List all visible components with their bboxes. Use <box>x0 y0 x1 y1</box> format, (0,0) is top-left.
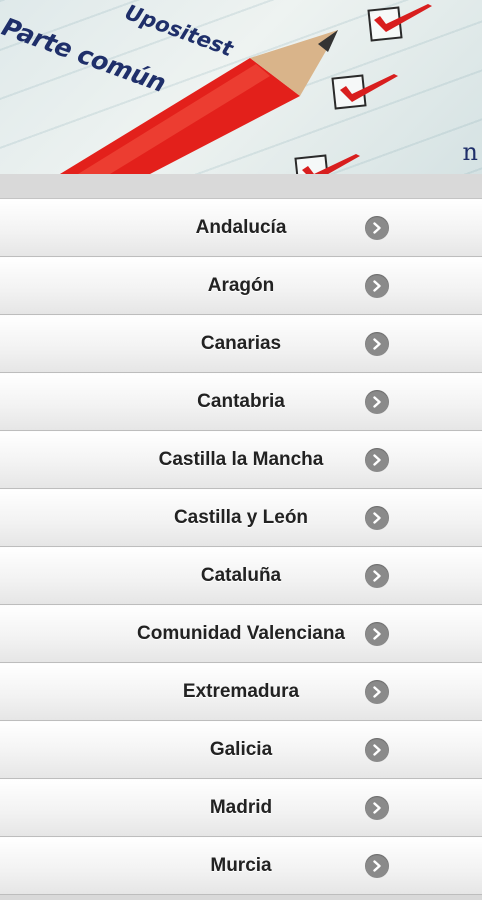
chevron-right-icon <box>365 274 389 298</box>
list-divider <box>0 174 482 199</box>
list-item-region[interactable]: Aragón <box>0 257 482 315</box>
chevron-right-icon <box>365 564 389 588</box>
list-item-region[interactable]: Canarias <box>0 315 482 373</box>
list-item-label: Aragón <box>207 275 275 296</box>
chevron-right-icon <box>365 390 389 414</box>
list-item-region[interactable]: Madrid <box>0 779 482 837</box>
list-item-region[interactable]: Galicia <box>0 721 482 779</box>
list-item-label: Murcia <box>210 855 272 876</box>
list-item-region[interactable]: Castilla y León <box>0 489 482 547</box>
chevron-right-icon <box>365 854 389 878</box>
list-item-region[interactable]: Cantabria <box>0 373 482 431</box>
list-item-region[interactable]: Extremadura <box>0 663 482 721</box>
list-item-region[interactable]: Comunidad Valenciana <box>0 605 482 663</box>
header-banner: Upositest Parte común n <box>0 0 482 174</box>
pencil-icon <box>60 30 338 174</box>
list-item-region[interactable]: Castilla la Mancha <box>0 431 482 489</box>
chevron-right-icon <box>365 680 389 704</box>
list-item-label: Extremadura <box>182 681 300 702</box>
chevron-right-icon <box>365 216 389 240</box>
chevron-right-icon <box>365 448 389 472</box>
list-item-label: Comunidad Valenciana <box>137 623 345 644</box>
list-item-label: Castilla la Mancha <box>158 449 324 470</box>
banner-edge-letter: n <box>462 138 478 166</box>
list-item-region[interactable]: Murcia <box>0 837 482 895</box>
list-item-label: Madrid <box>209 797 273 818</box>
chevron-right-icon <box>365 622 389 646</box>
chevron-right-icon <box>365 332 389 356</box>
list-item-label: Cantabria <box>197 391 285 412</box>
list-item-label: Cataluña <box>200 565 282 586</box>
chevron-right-icon <box>365 796 389 820</box>
list-item-region[interactable]: Andalucía <box>0 199 482 257</box>
list-item-region[interactable]: Cataluña <box>0 547 482 605</box>
list-item-label: Galicia <box>209 739 273 760</box>
list-item-label: Canarias <box>200 333 282 354</box>
region-list: Andalucía Aragón Canarias Cantabria Cast… <box>0 199 482 895</box>
list-item-label: Castilla y León <box>173 507 309 528</box>
chevron-right-icon <box>365 738 389 762</box>
chevron-right-icon <box>365 506 389 530</box>
list-item-label: Andalucía <box>195 217 287 238</box>
